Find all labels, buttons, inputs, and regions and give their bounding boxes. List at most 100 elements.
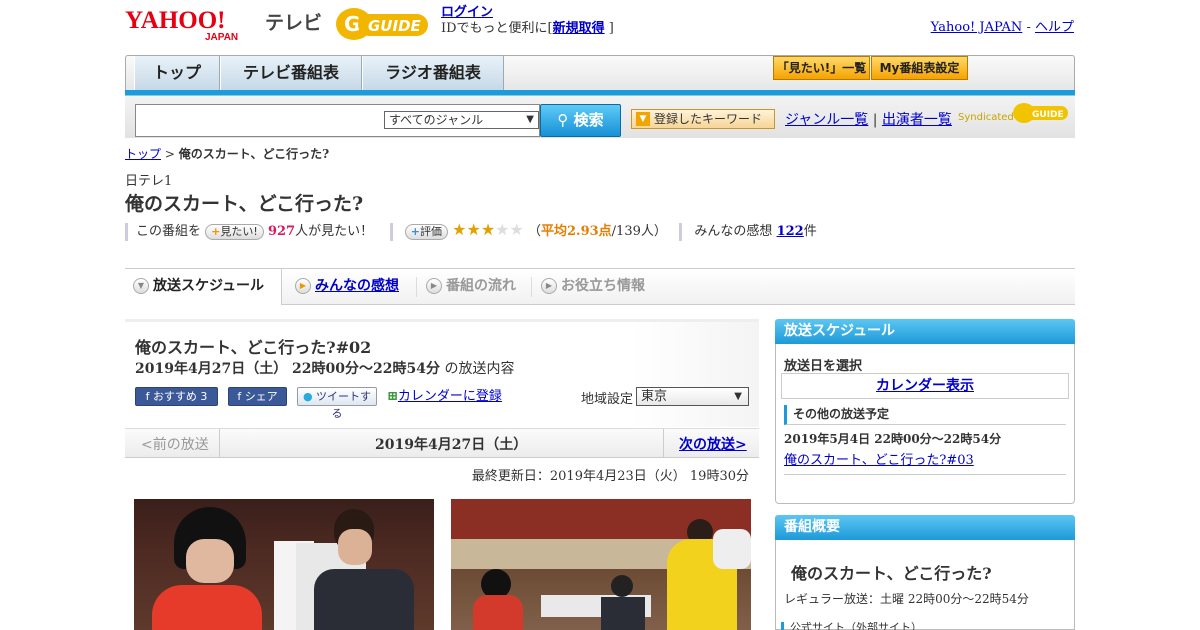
chevron-right-icon: ▶ bbox=[541, 278, 557, 294]
episode-photo-2[interactable] bbox=[451, 499, 751, 630]
genre-select-value: すべてのジャンル bbox=[389, 113, 484, 127]
tab-schedule[interactable]: ▼ 放送スケジュール bbox=[125, 269, 282, 305]
tab-info: ▶ お役立ち情報 bbox=[533, 269, 673, 305]
directory-links: ジャンル一覧 | 出演者一覧 bbox=[785, 109, 952, 129]
episode-photo-1[interactable] bbox=[134, 499, 434, 630]
search-button[interactable]: ⚲ 検索 bbox=[540, 104, 621, 137]
rating-count: /139人） bbox=[611, 224, 667, 239]
want-suffix: 人が見たい！ bbox=[295, 224, 374, 239]
program-tabs: ▼ 放送スケジュール ▶ みんなの感想 ▶ 番組の流れ ▶ お役立ち情報 bbox=[125, 269, 1075, 305]
want-list-button[interactable]: 「見たい!」一覧 bbox=[773, 56, 870, 80]
facebook-share-button[interactable]: f シェア bbox=[228, 387, 287, 406]
episode-time: 2019年4月27日（土） 22時00分～22時54分 bbox=[135, 361, 440, 377]
sidebar-schedule-heading: 放送スケジュール bbox=[775, 319, 1075, 344]
link-separator: - bbox=[1026, 20, 1031, 35]
cast-list-link[interactable]: 出演者一覧 bbox=[882, 112, 952, 128]
page-title: 俺のスカート、どこ行った? bbox=[125, 193, 364, 215]
next-broadcast-link[interactable]: 次の放送> bbox=[679, 434, 747, 454]
login-prompt: IDでもっと便利に[ bbox=[441, 21, 553, 36]
svg-text:G: G bbox=[344, 12, 360, 36]
genre-select[interactable]: すべてのジャンル ▼ bbox=[384, 111, 539, 129]
sidebar-summary-heading: 番組概要 bbox=[775, 515, 1075, 540]
star-icon: ★ bbox=[452, 220, 467, 239]
breadcrumb-top-link[interactable]: トップ bbox=[125, 147, 161, 161]
want-button[interactable]: +見たい! bbox=[205, 223, 264, 240]
breadcrumb-separator: > bbox=[164, 147, 175, 161]
tweet-button[interactable]: ● ツイートする bbox=[297, 387, 377, 420]
my-schedule-button[interactable]: My番組表設定 bbox=[871, 56, 968, 80]
tab-impressions[interactable]: ▶ みんなの感想 bbox=[287, 269, 415, 305]
channel-name: 日テレ1 bbox=[125, 174, 173, 189]
star-half-icon: ★ bbox=[480, 220, 496, 239]
region-select[interactable]: 東京 ▼ bbox=[636, 387, 749, 406]
star-icon: ★ bbox=[466, 220, 481, 239]
register-link[interactable]: 新規取得 bbox=[553, 21, 605, 36]
yahoo-logo-text: YAHOO! bbox=[125, 7, 225, 34]
other-schedule-link[interactable]: 俺のスカート、どこ行った?#03 bbox=[784, 449, 974, 468]
rating-open: （ bbox=[527, 224, 541, 239]
official-site-heading: 公式サイト（外部サイト） bbox=[781, 622, 1063, 630]
region-select-value: 東京 bbox=[641, 389, 668, 404]
dropdown-arrow-icon: ▼ bbox=[526, 114, 534, 125]
other-schedule-heading: その他の放送予定 bbox=[784, 405, 1066, 425]
program-stats: この番組を +見たい! 927人が見たい！ +評価 ★★★★★ （平均2.93点… bbox=[125, 220, 817, 241]
tab-flow: ▶ 番組の流れ bbox=[418, 269, 530, 305]
gguide-small-logo: GUIDE bbox=[1013, 103, 1068, 123]
facebook-recommend-button[interactable]: f おすすめ 3 bbox=[135, 387, 218, 406]
calendar-view-link[interactable]: カレンダー表示 bbox=[876, 378, 974, 394]
tab-flow-label: 番組の流れ bbox=[446, 278, 516, 294]
registered-keyword-button[interactable]: ▼ 登録したキーワード bbox=[631, 109, 775, 129]
facebook-icon: f bbox=[145, 390, 150, 403]
sidebar-summary-box bbox=[775, 540, 1075, 630]
tv-service-label: テレビ bbox=[265, 12, 323, 34]
calendar-view[interactable]: カレンダー表示 bbox=[781, 373, 1069, 399]
yahoo-japan-link[interactable]: Yahoo! JAPAN bbox=[931, 20, 1023, 35]
want-button-label: 見たい! bbox=[220, 224, 258, 238]
episode-title: 俺のスカート、どこ行った?#02 bbox=[135, 338, 372, 357]
impressions-label: みんなの感想 bbox=[694, 224, 773, 239]
plus-icon: + bbox=[410, 224, 420, 238]
chevron-right-icon: ▶ bbox=[295, 278, 311, 294]
nav-tab-tv-schedule[interactable]: テレビ番組表 bbox=[220, 56, 362, 91]
calendar-register-link[interactable]: カレンダーに登録 bbox=[398, 389, 502, 404]
last-updated: 最終更新日：2019年4月23日（火） 19時30分 bbox=[471, 469, 749, 484]
japan-logo-text: JAPAN bbox=[205, 32, 238, 42]
impressions-suffix: 件 bbox=[803, 224, 817, 239]
genre-list-link[interactable]: ジャンル一覧 bbox=[785, 112, 868, 128]
other-schedule-date: 2019年5月4日 22時00分～22時54分 bbox=[784, 432, 1002, 446]
triangle-down-icon: ▼ bbox=[636, 112, 650, 126]
nav-tab-radio-schedule[interactable]: ラジオ番組表 bbox=[362, 56, 504, 91]
gguide-logo[interactable]: G GUIDE bbox=[334, 6, 434, 42]
nav-tab-top[interactable]: トップ bbox=[134, 56, 220, 91]
current-broadcast-date: 2019年4月27日（土） bbox=[375, 437, 528, 453]
gguide-small-text: GUIDE bbox=[1032, 110, 1064, 120]
prev-broadcast: <前の放送 bbox=[141, 437, 209, 453]
rating-button[interactable]: +評価 bbox=[404, 223, 448, 240]
top-right-links: Yahoo! JAPAN - ヘルプ bbox=[931, 16, 1074, 35]
want-count: 927 bbox=[267, 224, 296, 239]
tab-impressions-label[interactable]: みんなの感想 bbox=[315, 278, 399, 294]
plus-icon: + bbox=[211, 224, 221, 238]
regular-broadcast: レギュラー放送：土曜 22時00分～22時54分 bbox=[784, 592, 1029, 606]
syndicated-label: Syndicated bbox=[958, 112, 1014, 123]
login-link[interactable]: ログイン bbox=[441, 5, 493, 20]
select-day-label: 放送日を選択 bbox=[784, 359, 863, 374]
calendar-register[interactable]: ⊞カレンダーに登録 bbox=[387, 387, 502, 406]
chevron-right-icon: ▶ bbox=[426, 278, 442, 294]
keyword-button-label: 登録したキーワード bbox=[654, 112, 763, 126]
chevron-down-icon: ▼ bbox=[133, 278, 149, 294]
breadcrumb: トップ > 俺のスカート、どこ行った? bbox=[125, 145, 329, 162]
star-empty-icon: ★ bbox=[509, 220, 524, 239]
region-label: 地域設定 bbox=[581, 392, 634, 407]
tab-schedule-label: 放送スケジュール bbox=[153, 278, 265, 294]
star-empty-icon: ★ bbox=[495, 220, 510, 239]
recommend-label: おすすめ 3 bbox=[152, 390, 208, 403]
impressions-count-link[interactable]: 122 bbox=[777, 224, 804, 239]
yahoo-japan-logo[interactable]: YAHOO! JAPAN bbox=[125, 6, 261, 42]
register-close: ] bbox=[608, 21, 614, 36]
dropdown-arrow-icon: ▼ bbox=[734, 391, 742, 402]
episode-time-line: 2019年4月27日（土） 22時00分～22時54分 の放送内容 bbox=[135, 358, 514, 378]
help-link[interactable]: ヘルプ bbox=[1035, 20, 1074, 35]
rating-average: 平均2.93点 bbox=[541, 224, 612, 239]
want-prefix: この番組を bbox=[136, 224, 202, 239]
